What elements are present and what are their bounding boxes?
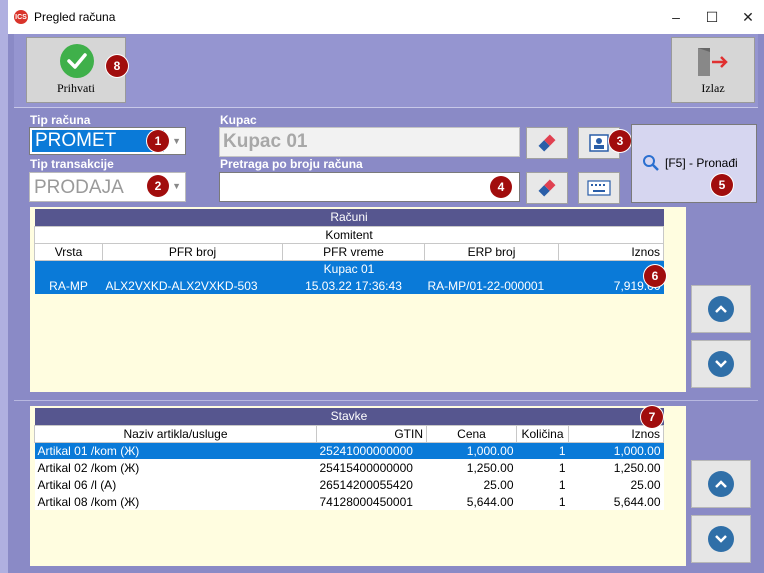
komitent-header: Komitent (34, 225, 664, 244)
checkmark-icon (60, 44, 94, 78)
kupac-field[interactable]: Kupac 01 (219, 127, 520, 157)
chevron-down-icon: ▼ (172, 181, 181, 191)
chevron-down-icon: ▼ (172, 136, 181, 146)
cell-cena: 5,644.00 (466, 494, 514, 509)
exit-button[interactable]: Izlaz (671, 37, 755, 103)
col-pfr-vreme[interactable]: PFR vreme (282, 242, 425, 261)
col-iznos[interactable]: Iznos (558, 242, 664, 261)
stavke-title: Stavke (34, 408, 664, 425)
cell-kolicina: 1 (558, 494, 566, 509)
eraser-icon (538, 179, 556, 197)
cell-kolicina: 1 (558, 477, 566, 492)
cell-cena: 25.00 (483, 477, 514, 492)
racuni-down-button[interactable] (691, 340, 751, 388)
cell-vrsta: RA-MP (49, 278, 88, 293)
eraser-icon (538, 134, 556, 152)
tip-racuna-label: Tip računa (30, 113, 91, 127)
cell-naziv: Artikal 02 /kom (Ж) (37, 460, 140, 475)
cell-iznos: 25.00 (630, 477, 661, 492)
racuni-title: Računi (34, 209, 664, 226)
maximize-button[interactable]: ☐ (694, 0, 730, 34)
col-cena[interactable]: Cena (426, 424, 517, 443)
kupac-label: Kupac (220, 113, 257, 127)
cell-naziv: Artikal 06 /l (А) (37, 477, 117, 492)
col-vrsta[interactable]: Vrsta (34, 242, 103, 261)
pretraga-input[interactable] (219, 172, 520, 202)
chevron-up-icon (708, 471, 734, 497)
badge-8: 8 (106, 55, 128, 77)
cell-cena: 1,250.00 (466, 460, 514, 475)
find-button[interactable]: [F5] - Pronađi (631, 124, 757, 203)
cell-gtin: 25241000000000 (319, 443, 413, 458)
table-row[interactable]: Artikal 02 /kom (Ж) 25415400000000 1,250… (34, 459, 664, 476)
cell-gtin: 74128000450001 (319, 494, 413, 509)
col-erp-broj[interactable]: ERP broj (424, 242, 559, 261)
stavke-panel: Stavke Naziv artikla/usluge GTIN Cena Ko… (30, 406, 686, 566)
cell-naziv: Artikal 01 /kom (Ж) (37, 443, 140, 458)
find-label: [F5] - Pronađi (665, 156, 738, 170)
badge-1: 1 (147, 130, 169, 152)
table-row[interactable]: Artikal 01 /kom (Ж) 25241000000000 1,000… (34, 442, 664, 459)
cell-naziv: Artikal 08 /kom (Ж) (37, 494, 140, 509)
divider (14, 400, 758, 401)
chevron-down-icon (708, 526, 734, 552)
racuni-up-button[interactable] (691, 285, 751, 333)
tip-racuna-value: PROMET (32, 130, 164, 152)
cell-iznos: 5,644.00 (613, 494, 661, 509)
cell-pfr-broj: ALX2VXKD-ALX2VXKD-503 (105, 278, 258, 293)
cell-cena: 1,000.00 (466, 443, 514, 458)
badge-4: 4 (490, 176, 512, 198)
window-title: Pregled računa (34, 10, 116, 24)
stavke-down-button[interactable] (691, 515, 751, 563)
chevron-up-icon (708, 296, 734, 322)
title-bar: ICS Pregled računa – ☐ ✕ (8, 0, 764, 34)
left-edge (0, 0, 8, 573)
table-row[interactable]: Artikal 08 /kom (Ж) 74128000450001 5,644… (34, 493, 664, 510)
badge-2: 2 (147, 175, 169, 197)
stavke-table: Stavke Naziv artikla/usluge GTIN Cena Ko… (34, 408, 664, 510)
badge-3: 3 (609, 130, 631, 152)
cell-erp-broj: RA-MP/01-22-000001 (427, 278, 545, 293)
col-pfr-broj[interactable]: PFR broj (102, 242, 283, 261)
accept-label: Prihvati (57, 81, 95, 95)
pretraga-label: Pretraga po broju računa (220, 157, 363, 171)
tip-transakcije-label: Tip transakcije (30, 157, 114, 171)
racuni-table: Računi Komitent Vrsta PFR broj PFR vreme… (34, 209, 664, 294)
table-row[interactable]: RA-MP ALX2VXKD-ALX2VXKD-503 15.03.22 17:… (34, 277, 664, 294)
badge-5: 5 (711, 174, 733, 196)
clear-kupac-button[interactable] (526, 127, 568, 159)
cell-iznos: 1,250.00 (613, 460, 661, 475)
cell-iznos: 1,000.00 (613, 443, 661, 458)
cell-gtin: 26514200055420 (319, 477, 413, 492)
keyboard-icon (587, 180, 611, 196)
close-button[interactable]: ✕ (730, 0, 764, 34)
tip-transakcije-value: PRODAJA (34, 177, 124, 198)
col-naziv[interactable]: Naziv artikla/usluge (34, 424, 317, 443)
cell-kolicina: 1 (558, 443, 566, 458)
app-icon: ICS (14, 10, 28, 24)
contact-card-icon (589, 134, 609, 152)
racuni-panel: Računi Komitent Vrsta PFR broj PFR vreme… (30, 207, 686, 392)
cell-pfr-vreme: 15.03.22 17:36:43 (305, 278, 402, 293)
cell-gtin: 25415400000000 (319, 460, 413, 475)
kupac-group-row[interactable]: Kupac 01 (35, 260, 664, 277)
badge-7: 7 (641, 406, 663, 428)
stavke-up-button[interactable] (691, 460, 751, 508)
minimize-button[interactable]: – (658, 0, 694, 34)
clear-pretraga-button[interactable] (526, 172, 568, 204)
col-kolicina[interactable]: Količina (516, 424, 569, 443)
exit-label: Izlaz (701, 81, 725, 95)
kupac-value: Kupac 01 (223, 131, 308, 152)
search-icon (642, 154, 660, 177)
cell-kolicina: 1 (558, 460, 566, 475)
col-gtin[interactable]: GTIN (316, 424, 427, 443)
exit-door-icon (696, 46, 732, 83)
keyboard-button[interactable] (578, 172, 620, 204)
table-row[interactable]: Artikal 06 /l (А) 26514200055420 25.00 1… (34, 476, 664, 493)
chevron-down-icon (708, 351, 734, 377)
badge-6: 6 (644, 265, 666, 287)
